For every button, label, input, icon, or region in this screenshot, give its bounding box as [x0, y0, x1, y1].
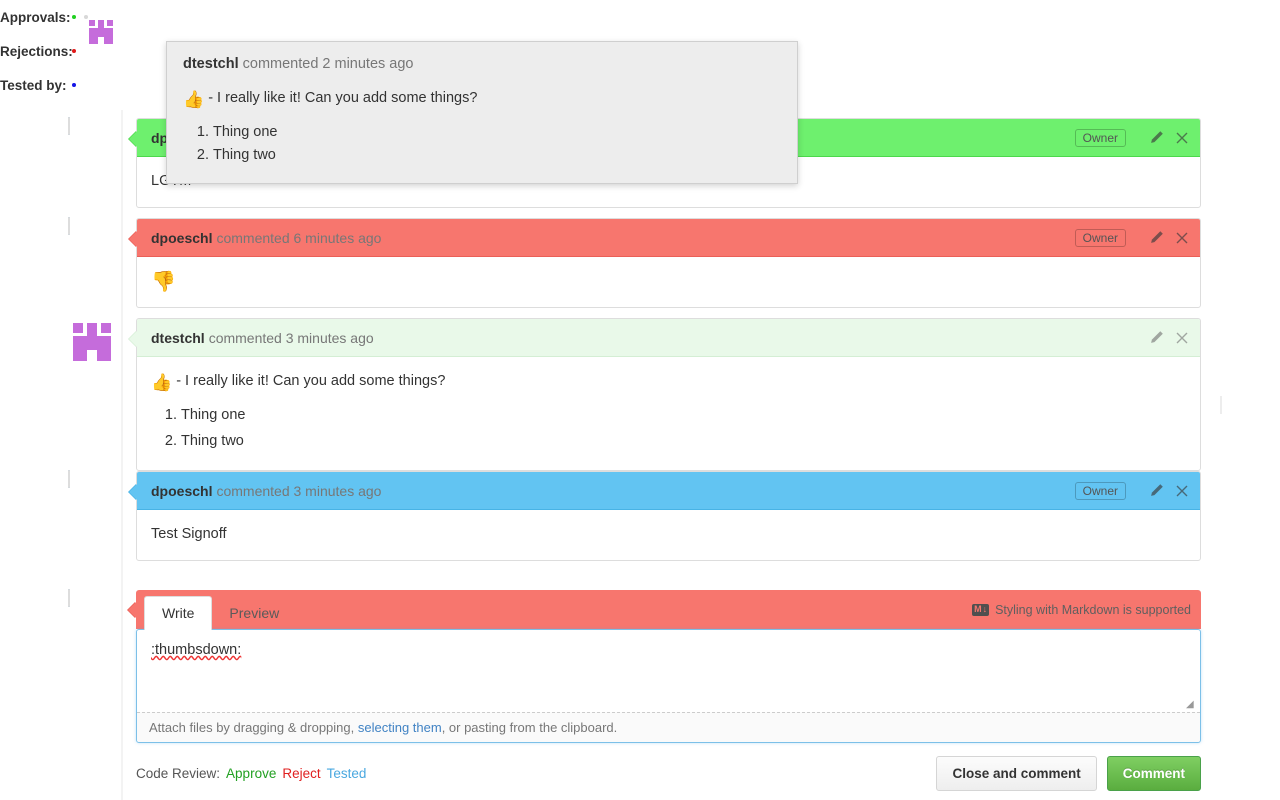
comment-4-bubble: dpoeschl commented 3 minutes ago Owner T… — [128, 471, 1201, 561]
thumbsup-icon: 👍 — [151, 373, 173, 392]
comment-form: Write Preview Styling with Markdown is s… — [68, 589, 1201, 791]
user-photo-avatar — [68, 217, 70, 235]
status-label-tested-by: Tested by: — [0, 77, 67, 93]
comment-author[interactable]: dtestchl — [151, 330, 205, 346]
comment-form-footer: Code Review: Approve Reject Tested Close… — [136, 756, 1201, 791]
comment-4-avatar[interactable] — [68, 470, 70, 488]
tab-write[interactable]: Write — [144, 596, 213, 630]
close-icon[interactable] — [1174, 330, 1190, 346]
comment-2-bubble: dpoeschl commented 6 minutes ago Owner 👎 — [128, 218, 1201, 308]
thumbsdown-icon: 👎 — [151, 271, 176, 293]
avatar-rejection-dpoeschl[interactable] — [72, 49, 76, 53]
select-files-link[interactable]: selecting them — [358, 720, 442, 735]
popup-text: - I really like it! Can you add some thi… — [208, 89, 478, 106]
tested-by-avatars — [72, 83, 76, 87]
popup-author: dtestchl — [183, 56, 239, 72]
close-icon[interactable] — [1174, 230, 1190, 246]
close-icon[interactable] — [1174, 130, 1190, 146]
review-page: Approvals: Rejections: Tested by: dtestc… — [0, 0, 1280, 800]
user-photo-avatar — [68, 117, 70, 135]
comment-form-header: Write Preview Styling with Markdown is s… — [136, 590, 1201, 630]
comment-2: dpoeschl commented 6 minutes ago Owner 👎 — [68, 217, 1201, 308]
comment-3-bubble: dtestchl commented 3 minutes ago 👍 - I r… — [128, 318, 1201, 472]
markdown-note[interactable]: Styling with Markdown is supported — [972, 603, 1191, 617]
code-review-approve-link[interactable]: Approve — [226, 766, 276, 781]
comment-3-header: dtestchl commented 3 minutes ago — [137, 319, 1200, 357]
status-badge-owner: Owner — [1074, 128, 1126, 147]
markdown-icon — [972, 603, 990, 616]
markdown-note-label: Styling with Markdown is supported — [995, 602, 1191, 617]
attach-suffix: , or pasting from the clipboard. — [441, 720, 618, 735]
resize-handle[interactable]: ◢ — [1186, 700, 1196, 710]
comment-button[interactable]: Comment — [1106, 756, 1201, 791]
comment-editor[interactable]: :thumbsdown: ◢ Attach files by dragging … — [136, 629, 1201, 743]
comment-author[interactable]: dpoeschl — [151, 483, 212, 499]
approvals-avatars — [72, 15, 113, 44]
comment-3-text: - I really like it! Can you add some thi… — [176, 373, 446, 389]
tab-preview[interactable]: Preview — [212, 598, 296, 629]
comment-textarea-value: :thumbsdown: — [151, 642, 242, 658]
list-item: Thing one — [213, 122, 781, 144]
pencil-icon[interactable] — [1148, 230, 1164, 246]
avatar-approval-dtestchl[interactable] — [84, 15, 113, 44]
thumbsup-icon: 👍 — [183, 89, 205, 109]
list-item: Thing two — [181, 431, 1186, 453]
status-label-approvals: Approvals: — [0, 9, 71, 25]
comment-3-list: Thing one Thing two — [151, 405, 1186, 453]
code-review-label: Code Review: — [136, 766, 221, 781]
attach-prefix: Attach files by dragging & dropping, — [149, 720, 358, 735]
attachment-hint: Attach files by dragging & dropping, sel… — [137, 712, 1200, 742]
comment-preview-popup: dtestchl commented 2 minutes ago 👍 - I r… — [166, 41, 798, 184]
bubble-caret-inner — [128, 602, 136, 618]
bubble-caret-inner — [129, 231, 137, 247]
comment-meta: commented 6 minutes ago — [216, 229, 382, 246]
pencil-icon[interactable] — [1148, 130, 1164, 146]
bubble-caret-inner — [129, 331, 137, 347]
pencil-icon[interactable] — [1148, 483, 1164, 499]
avatar-approval-dpoeschl[interactable] — [72, 15, 76, 19]
form-buttons: Close and comment Comment — [936, 756, 1201, 791]
close-icon[interactable] — [1174, 483, 1190, 499]
status-row-approvals: Approvals: — [0, 0, 260, 44]
comment-form-avatar[interactable] — [68, 589, 70, 607]
status-badge-owner: Owner — [1074, 481, 1126, 500]
list-item: Thing one — [181, 405, 1186, 427]
popup-list: Thing one Thing two — [183, 122, 781, 168]
comment-textarea[interactable]: :thumbsdown: ◢ — [137, 630, 1200, 712]
popup-meta: commented 2 minutes ago — [242, 56, 414, 72]
comment-form-panel: Write Preview Styling with Markdown is s… — [127, 590, 1201, 791]
comment-3-body: 👍 - I really like it! Can you add some t… — [137, 357, 1200, 470]
avatar-tested-dpoeschl[interactable] — [72, 83, 76, 87]
rejections-avatars — [72, 49, 76, 53]
close-and-comment-button[interactable]: Close and comment — [936, 756, 1097, 791]
comment-2-avatar[interactable] — [68, 217, 70, 235]
status-badge-owner: Owner — [1074, 228, 1126, 247]
user-photo-avatar — [68, 589, 70, 607]
popup-body: 👍 - I really like it! Can you add some t… — [183, 88, 781, 167]
popup-header: dtestchl commented 2 minutes ago — [183, 54, 781, 76]
pencil-icon[interactable] — [1148, 330, 1164, 346]
timeline-rail — [121, 110, 123, 800]
bubble-caret-inner — [129, 131, 137, 147]
comment-1-avatar[interactable] — [68, 117, 70, 135]
comment-4: dpoeschl commented 3 minutes ago Owner T… — [68, 470, 1201, 561]
comment-4-header: dpoeschl commented 3 minutes ago Owner — [137, 472, 1200, 510]
comment-2-header: dpoeschl commented 6 minutes ago Owner — [137, 219, 1200, 257]
timeline-rail-right — [1220, 396, 1222, 414]
status-label-rejections: Rejections: — [0, 43, 73, 59]
bubble-caret-inner — [129, 484, 137, 500]
comment-4-body: Test Signoff — [151, 526, 227, 542]
comment-3: dtestchl commented 3 minutes ago 👍 - I r… — [73, 318, 1201, 472]
comment-meta: commented 3 minutes ago — [208, 329, 374, 346]
comment-meta: commented 3 minutes ago — [216, 482, 382, 499]
code-review-tested-link[interactable]: Tested — [327, 766, 367, 781]
comment-2-body: 👎 — [137, 257, 1200, 307]
editor-tabs: Write Preview — [136, 590, 296, 630]
user-photo-avatar — [68, 470, 70, 488]
comment-author[interactable]: dpoeschl — [151, 230, 212, 246]
code-review-reject-link[interactable]: Reject — [282, 766, 320, 781]
list-item: Thing two — [213, 145, 781, 167]
